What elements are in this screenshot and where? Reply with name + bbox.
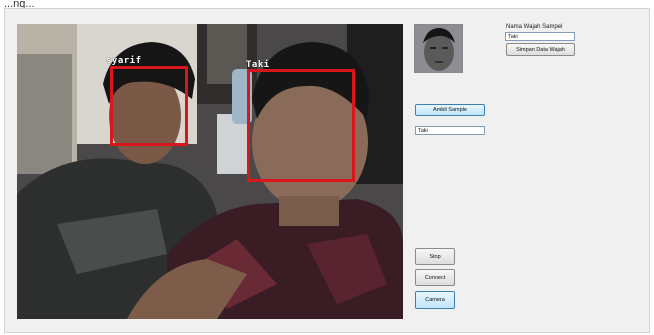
face-label-right: Taki bbox=[246, 60, 270, 70]
save-face-button[interactable]: Simpan Data Wajah bbox=[506, 43, 575, 56]
face-label-left: syarif bbox=[106, 56, 142, 66]
sample-name-input[interactable] bbox=[505, 32, 575, 41]
stop-button[interactable]: Stop bbox=[415, 248, 455, 265]
sample-name-label: Nama Wajah Sampel bbox=[506, 24, 563, 30]
window-title-fragment: ...ng... bbox=[4, 0, 35, 8]
face-box-left bbox=[110, 66, 188, 146]
sample-face-thumbnail bbox=[414, 24, 463, 73]
recognized-name-input[interactable] bbox=[415, 126, 485, 135]
connect-button[interactable]: Connect bbox=[415, 269, 455, 286]
take-sample-button[interactable]: Ambil Sample bbox=[415, 104, 485, 116]
camera-feed: syarif Taki bbox=[17, 24, 403, 319]
camera-button[interactable]: Camera bbox=[415, 291, 455, 309]
face-box-right bbox=[247, 69, 355, 182]
face-recognition-window: syarif Taki Nama Wajah Sampel Simpan Dat… bbox=[4, 8, 650, 333]
